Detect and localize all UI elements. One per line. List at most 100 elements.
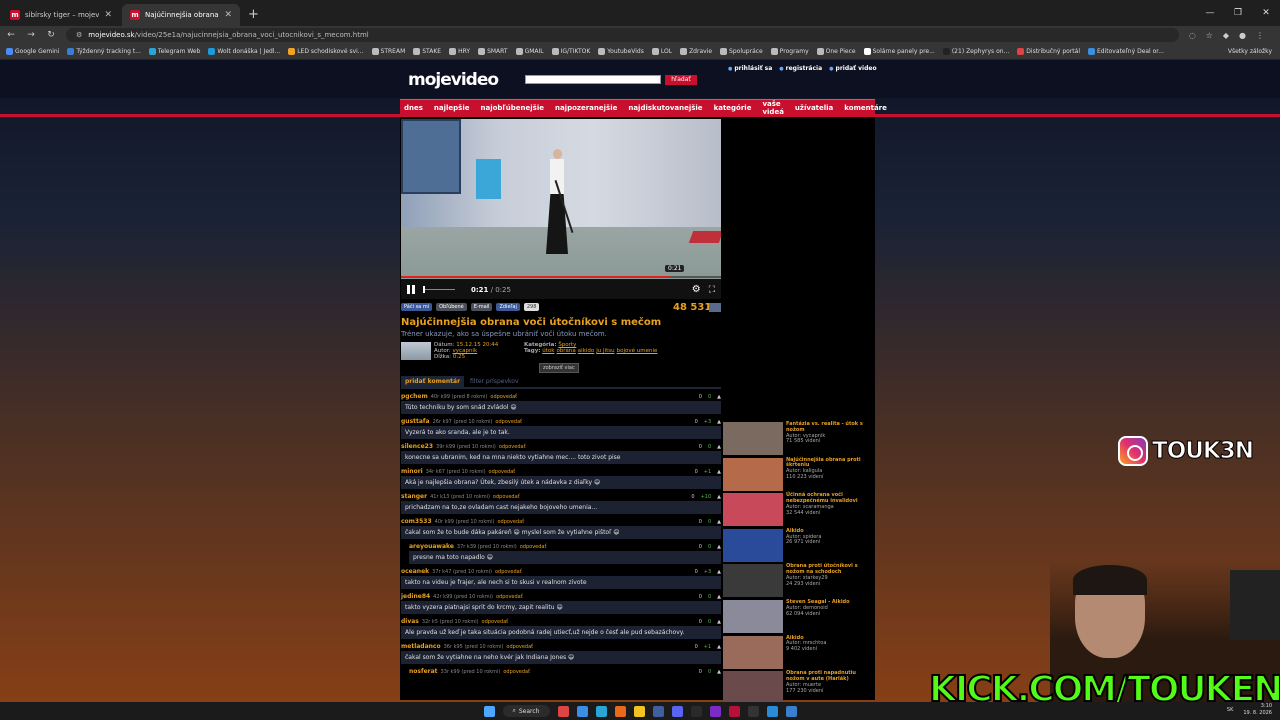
dislike-count[interactable]: 0 [695, 569, 698, 575]
video-player[interactable]: 0:21 0:21 / 0:25 ⚙ ⛶ [401, 119, 721, 299]
app-icon[interactable] [766, 705, 778, 717]
report-icon[interactable]: ▲ [717, 619, 721, 625]
nav-item[interactable]: kategórie [714, 104, 752, 112]
extension-icon[interactable]: ◆ [1223, 31, 1229, 40]
report-icon[interactable]: ▲ [717, 569, 721, 575]
tag-link[interactable]: bojové umenie [617, 348, 658, 354]
maximize-icon[interactable]: ❐ [1224, 0, 1252, 26]
tag-link[interactable]: aikido [578, 348, 594, 354]
related-thumbnail[interactable] [723, 671, 783, 705]
app-icon[interactable] [576, 705, 588, 717]
dislike-count[interactable]: 0 [691, 494, 694, 500]
report-icon[interactable]: ▲ [717, 544, 721, 550]
bookmark-item[interactable]: Solárne panely pre... [863, 48, 935, 55]
comment-user[interactable]: oceanek [401, 568, 429, 575]
like-count[interactable]: +10 [701, 494, 712, 500]
reply-link[interactable]: odpovedať [490, 394, 517, 400]
related-video[interactable]: Steven Seagal - Aikido Autor: demonoid 62 … [723, 599, 875, 636]
bookmark-item[interactable]: Google Gemini [6, 48, 59, 55]
reload-icon[interactable]: ↻ [46, 30, 56, 40]
taskbar-search[interactable]: ⌕ Search [502, 705, 550, 717]
like-count[interactable]: +1 [704, 644, 711, 650]
reply-link[interactable]: odpovedať [506, 644, 533, 650]
like-count[interactable]: 0 [708, 544, 711, 550]
comment-user[interactable]: com3533 [401, 518, 432, 525]
new-tab-button[interactable]: + [240, 7, 267, 26]
like-count[interactable]: 0 [708, 519, 711, 525]
discord-icon[interactable] [671, 705, 683, 717]
bookmark-item[interactable]: One Piece [816, 48, 856, 55]
clock[interactable]: 3:10 19. 8. 2026 [1243, 703, 1272, 717]
nav-item[interactable]: užívatelia [795, 104, 833, 112]
bookmark-star-icon[interactable]: ☆ [1206, 31, 1213, 40]
reply-link[interactable]: odpovedať [495, 419, 522, 425]
dislike-count[interactable]: 0 [699, 519, 702, 525]
nav-item[interactable]: najobľúbenejšie [481, 104, 544, 112]
site-logo[interactable]: mojevideo [408, 70, 499, 90]
related-title[interactable]: Fantázia vs. realita - útok s nožom [786, 421, 875, 434]
report-icon[interactable]: ▲ [717, 669, 721, 675]
comment-user[interactable]: jedine84 [401, 593, 430, 600]
bookmark-item[interactable]: Distribučný portál [1017, 48, 1080, 55]
eye-off-icon[interactable]: ◌ [1189, 31, 1196, 40]
like-count[interactable]: 0 [708, 619, 711, 625]
minimize-icon[interactable]: — [1196, 0, 1224, 26]
app-icon[interactable] [747, 705, 759, 717]
chrome-icon[interactable] [633, 705, 645, 717]
report-icon[interactable]: ▲ [717, 469, 721, 475]
email-button[interactable]: E-mail [470, 303, 493, 311]
nav-item[interactable]: najlepšie [434, 104, 470, 112]
app-icon[interactable] [709, 705, 721, 717]
report-icon[interactable]: ▲ [717, 519, 721, 525]
like-count[interactable]: 0 [708, 594, 711, 600]
nav-item[interactable]: vaše videá [762, 100, 783, 116]
seek-bar[interactable] [401, 276, 721, 278]
comment-user[interactable]: areyouawake [409, 543, 454, 550]
app-icon[interactable] [785, 705, 797, 717]
dislike-count[interactable]: 0 [699, 594, 702, 600]
bookmark-item[interactable]: Spolupráce [720, 48, 763, 55]
related-thumbnail[interactable] [723, 493, 783, 527]
reply-link[interactable]: odpovedať [499, 444, 526, 450]
related-thumbnail[interactable] [723, 599, 783, 633]
reply-link[interactable]: odpovedať [496, 594, 523, 600]
nav-item[interactable]: dnes [404, 104, 423, 112]
close-tab-icon[interactable]: ✕ [104, 10, 112, 20]
tab-add-comment[interactable]: pridať komentár [401, 376, 465, 387]
related-video[interactable]: Najúčinnejšia obrana proti škrteniu Autor… [723, 457, 875, 494]
close-tab-icon[interactable]: ✕ [224, 10, 232, 20]
edge-icon[interactable] [595, 705, 607, 717]
nav-item[interactable]: najpozeranejšie [555, 104, 617, 112]
bookmark-item[interactable]: SMART [478, 48, 508, 55]
volume-slider[interactable] [423, 286, 455, 293]
report-icon[interactable]: ▲ [717, 494, 721, 500]
bookmark-item[interactable]: Telegram Web [148, 48, 200, 55]
bookmark-item[interactable]: IG/TIKTOK [551, 48, 590, 55]
related-video[interactable]: Fantázia vs. realita - útok s nožom Autor… [723, 421, 875, 458]
bookmark-item[interactable]: LED schodiskové svi... [288, 48, 364, 55]
report-icon[interactable]: ▲ [717, 394, 721, 400]
like-count[interactable]: +3 [704, 569, 711, 575]
steam-icon[interactable] [652, 705, 664, 717]
app-icon[interactable] [557, 705, 569, 717]
reply-link[interactable]: odpovedať [489, 469, 516, 475]
reply-link[interactable]: odpovedať [482, 619, 509, 625]
bookmark-item[interactable]: LOL [651, 48, 672, 55]
settings-gear-icon[interactable]: ⚙ [692, 284, 701, 295]
share-button[interactable]: Zdieľaj [496, 303, 520, 311]
bookmark-item[interactable]: HRY [449, 48, 470, 55]
like-count[interactable]: 0 [708, 444, 711, 450]
reply-link[interactable]: odpovedať [503, 669, 530, 675]
dislike-count[interactable]: 0 [695, 644, 698, 650]
dislike-count[interactable]: 0 [699, 619, 702, 625]
search-button[interactable]: hľadať [665, 75, 697, 85]
related-thumbnail[interactable] [723, 422, 783, 455]
fullscreen-icon[interactable]: ⛶ [709, 285, 715, 295]
bookmark-item[interactable]: STREAM [371, 48, 405, 55]
show-more-button[interactable]: zobraziť viac [539, 363, 579, 373]
reply-link[interactable]: odpovedať [497, 519, 524, 525]
comment-user[interactable]: nosferat [409, 668, 438, 675]
close-window-icon[interactable]: ✕ [1252, 0, 1280, 26]
bookmark-item[interactable]: Wolt donáška | Jedl... [208, 48, 280, 55]
tag-link[interactable]: obrana [556, 348, 575, 354]
